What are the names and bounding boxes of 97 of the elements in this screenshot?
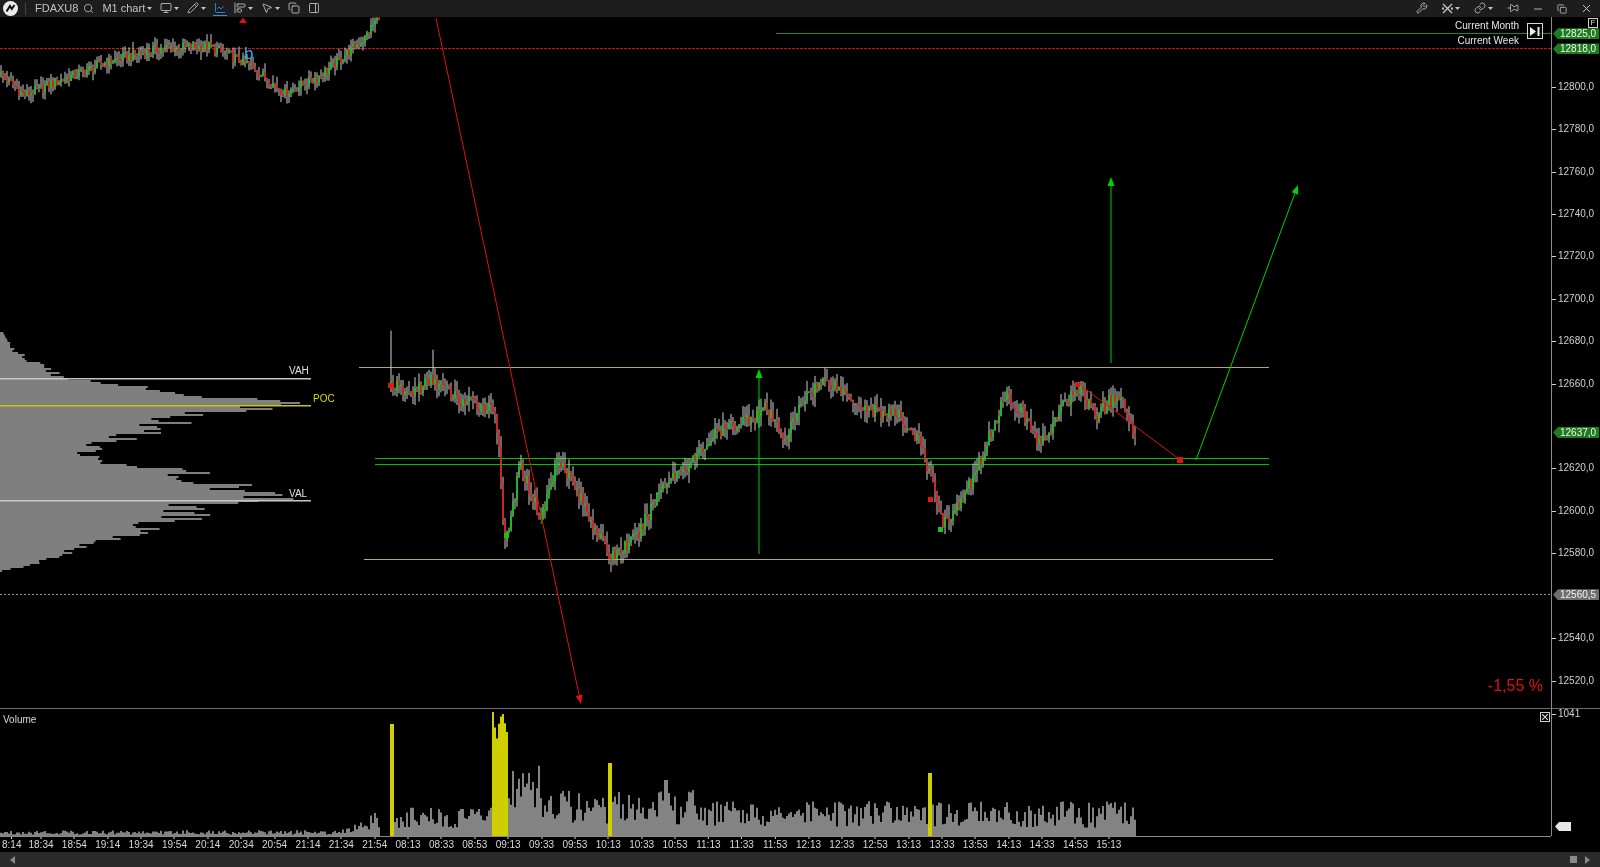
time-label: 13:13 [896, 837, 922, 851]
axis-label: 12600,0 [1552, 504, 1595, 517]
axis-label: 12700,0 [1552, 292, 1595, 305]
toolbar-button[interactable] [260, 1, 282, 16]
corner-button[interactable]: F [1588, 18, 1598, 28]
time-label: 12:33 [829, 837, 855, 851]
profile-label: VAL [289, 488, 308, 499]
toolbar-button[interactable] [233, 1, 255, 16]
axis-label: 12540,0 [1552, 632, 1595, 645]
time-label: 19:54 [161, 837, 187, 851]
time-label: 10:13 [595, 837, 621, 851]
panel-icon [308, 2, 321, 14]
triangle-left-icon [10, 855, 15, 864]
axis-label: 12760,0 [1552, 165, 1595, 178]
percent-change: -1,55 % [1487, 677, 1543, 694]
time-label: 20:34 [228, 837, 254, 851]
toolbar-button[interactable] [307, 1, 322, 16]
square-icon [1570, 856, 1577, 863]
time-label: 20:54 [262, 837, 288, 851]
toolbar-button[interactable] [213, 1, 228, 16]
time-label: 11:53 [763, 837, 788, 851]
axis-label: 12620,0 [1552, 462, 1595, 475]
timeframe-dropdown[interactable]: M1 chart [101, 1, 154, 16]
axis-label: 12720,0 [1552, 250, 1595, 263]
axis-label: 1041 [1552, 709, 1581, 720]
windows-icon [288, 2, 301, 14]
time-label: 20:14 [195, 837, 221, 851]
symbol-button[interactable]: FDAXU8 [34, 1, 96, 16]
play-pause-icon [1530, 26, 1540, 36]
time-label: 12:53 [862, 837, 888, 851]
price-tag: 12560,5 [1553, 589, 1600, 601]
axis-label: 12800,0 [1552, 80, 1595, 93]
time-label: 13:33 [929, 837, 955, 851]
close-icon [1542, 714, 1548, 720]
toolbar-button[interactable] [1415, 1, 1429, 16]
toolbar-button[interactable] [159, 1, 181, 16]
time-label: 14:13 [996, 837, 1022, 851]
time-label: 10:53 [662, 837, 688, 851]
triangle-right-icon [1585, 855, 1590, 864]
pencil-icon [187, 2, 200, 14]
time-label: 09:13 [495, 837, 521, 851]
triangle-marker-icon [239, 17, 247, 23]
close-pane-button[interactable] [1540, 712, 1550, 722]
time-label: 21:34 [328, 837, 354, 851]
trend-line [540, 456, 560, 525]
caret-icon [147, 6, 153, 10]
cursor-icon [261, 2, 274, 14]
value-tag-icon [1555, 822, 1571, 831]
time-label: 21:14 [295, 837, 321, 851]
profile-label: POC [313, 393, 335, 404]
time-label: 18:54 [61, 837, 87, 851]
time-label: 11:13 [696, 837, 721, 851]
time-label: 15:13 [1096, 837, 1122, 851]
level-label: Current Month [1455, 20, 1519, 31]
price-tag: 12825,0 [1553, 28, 1600, 40]
time-label: 19:14 [95, 837, 121, 851]
toolbar-button[interactable] [1473, 1, 1494, 16]
time-label: 13:53 [962, 837, 988, 851]
wave-label: b [244, 44, 254, 63]
profile-label: VAH [289, 365, 309, 376]
time-label: 08:53 [462, 837, 488, 851]
line-chart-icon [214, 2, 227, 14]
squares-icon [1557, 3, 1567, 14]
time-label: 11:33 [729, 837, 754, 851]
toolbar-button[interactable] [1441, 1, 1461, 16]
time-label: 18:34 [28, 837, 54, 851]
toolbar-button[interactable] [186, 1, 208, 16]
monitor-icon [160, 2, 173, 14]
time-label: 21:54 [362, 837, 388, 851]
time-label: 08:33 [428, 837, 454, 851]
time-label: 09:53 [562, 837, 588, 851]
time-label: 19:34 [128, 837, 154, 851]
pane-title: Volume [3, 714, 37, 725]
link-icon [1474, 2, 1486, 14]
time-label: 08:13 [395, 837, 421, 851]
time-label: 14:53 [1062, 837, 1088, 851]
crossed-lines-icon [1442, 2, 1453, 14]
time-label: 12:13 [796, 837, 821, 851]
price-tag: 12637,0 [1553, 426, 1600, 438]
axis-label: 12680,0 [1552, 335, 1595, 348]
axis-label: 12520,0 [1552, 674, 1595, 687]
axis-label: 12780,0 [1552, 123, 1595, 136]
time-label: 14:33 [1029, 837, 1055, 851]
axis-label: 12660,0 [1552, 377, 1595, 390]
level-label: Current Week [1457, 35, 1519, 46]
price-tag: 12818,0 [1553, 43, 1600, 55]
axis-label: 12740,0 [1552, 207, 1595, 220]
toolbar-button[interactable] [287, 1, 302, 16]
play-pause-button[interactable] [1527, 23, 1543, 39]
time-label: 8:14 [2, 837, 22, 851]
search-icon [83, 2, 95, 14]
axis-label: 12580,0 [1552, 547, 1595, 560]
time-label: 09:33 [529, 837, 555, 851]
pin-icon [1507, 2, 1519, 14]
wrench-icon [1416, 2, 1428, 14]
bars-icon [234, 2, 247, 14]
time-label: 10:33 [629, 837, 655, 851]
